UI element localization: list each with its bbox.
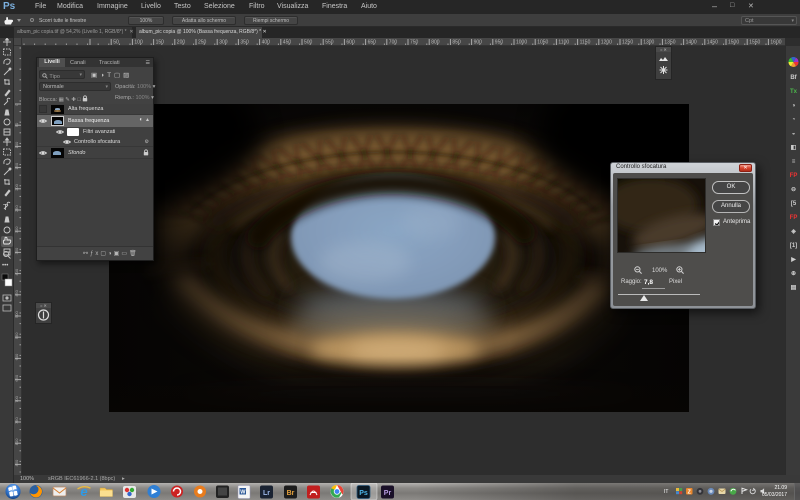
svg-text:1150: 1150 [580, 40, 591, 46]
svg-text:W: W [240, 489, 246, 495]
svg-text:◔: ◔ [792, 117, 796, 123]
svg-text:400: 400 [14, 268, 19, 275]
svg-text:◧: ◧ [791, 145, 797, 151]
svg-text:▶: ▶ [790, 256, 796, 263]
svg-text:◈: ◈ [790, 228, 796, 235]
svg-text:Ps: Ps [359, 490, 368, 497]
svg-text:Br: Br [287, 490, 295, 497]
svg-text:⊖: ⊖ [791, 187, 796, 193]
svg-text:550: 550 [325, 40, 334, 46]
svg-text:150: 150 [14, 162, 19, 169]
svg-text:150: 150 [156, 40, 165, 46]
svg-text:700: 700 [14, 395, 19, 402]
svg-text:500: 500 [304, 40, 313, 46]
svg-text:300: 300 [219, 40, 228, 46]
svg-text:950: 950 [495, 40, 504, 46]
svg-text:1200: 1200 [601, 40, 612, 46]
svg-text:500: 500 [14, 311, 19, 318]
svg-text:850: 850 [14, 459, 19, 466]
svg-text:⊕: ⊕ [791, 271, 796, 277]
svg-text:250: 250 [198, 40, 207, 46]
svg-text:600: 600 [14, 353, 19, 360]
svg-text:◒: ◒ [792, 131, 796, 137]
svg-text:850: 850 [452, 40, 461, 46]
svg-text:Tx: Tx [790, 89, 798, 95]
svg-text:1400: 1400 [686, 40, 697, 46]
svg-text:700: 700 [389, 40, 398, 46]
svg-text:1100: 1100 [558, 40, 569, 46]
svg-text:1050: 1050 [537, 40, 548, 46]
svg-text:•••: ••• [2, 263, 8, 269]
svg-text:FP: FP [790, 215, 798, 221]
svg-text:T: T [3, 203, 8, 212]
svg-text:≡: ≡ [792, 159, 796, 165]
svg-text:600: 600 [346, 40, 355, 46]
svg-text:1350: 1350 [664, 40, 675, 46]
svg-text:450: 450 [283, 40, 292, 46]
svg-text:1450: 1450 [707, 40, 718, 46]
svg-text:650: 650 [368, 40, 377, 46]
svg-text:1600: 1600 [770, 40, 781, 46]
svg-text:400: 400 [262, 40, 271, 46]
svg-text:[5: [5 [791, 201, 797, 207]
svg-text:800: 800 [14, 438, 19, 445]
svg-text:750: 750 [410, 40, 419, 46]
svg-text:200: 200 [177, 40, 186, 46]
svg-text:200: 200 [14, 183, 19, 190]
svg-text:250: 250 [14, 205, 19, 212]
svg-text:Bf: Bf [790, 75, 797, 81]
svg-text:50: 50 [113, 40, 119, 46]
svg-text:800: 800 [431, 40, 440, 46]
svg-text:550: 550 [14, 332, 19, 339]
svg-text:350: 350 [240, 40, 249, 46]
svg-text:100: 100 [134, 40, 143, 46]
svg-text:300: 300 [14, 226, 19, 233]
svg-text:1500: 1500 [728, 40, 739, 46]
svg-text:▤: ▤ [791, 285, 797, 291]
svg-text:1550: 1550 [749, 40, 760, 46]
svg-text:◑: ◑ [792, 103, 796, 109]
svg-text:1000: 1000 [516, 40, 527, 46]
svg-text:1250: 1250 [622, 40, 633, 46]
svg-text:Pr: Pr [384, 490, 392, 497]
svg-text:0: 0 [14, 103, 19, 106]
svg-text:50: 50 [14, 122, 19, 127]
svg-text:650: 650 [14, 374, 19, 381]
svg-text:350: 350 [14, 247, 19, 254]
svg-text:FP: FP [790, 173, 798, 179]
svg-text:750: 750 [14, 417, 19, 424]
svg-text:Lr: Lr [263, 490, 270, 497]
svg-text:[1]: [1] [790, 243, 797, 249]
svg-text:1300: 1300 [643, 40, 654, 46]
svg-text:450: 450 [14, 289, 19, 296]
svg-text:100: 100 [14, 141, 19, 148]
svg-text:900: 900 [474, 40, 483, 46]
